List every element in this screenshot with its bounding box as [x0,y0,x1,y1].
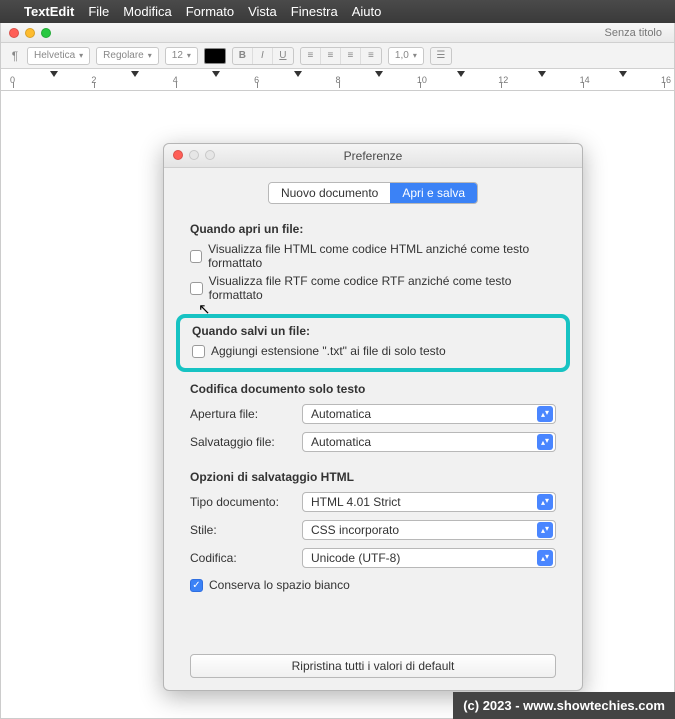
tab-open-save[interactable]: Apri e salva [390,183,477,203]
label-encoding: Codifica: [190,551,294,565]
label-saving-files: Salvataggio file: [190,435,294,449]
menu-help[interactable]: Aiuto [352,4,382,19]
label-display-html: Visualizza file HTML come codice HTML an… [208,242,556,270]
label-add-txt-extension: Aggiungi estensione ".txt" ai file di so… [211,344,446,358]
menu-edit[interactable]: Modifica [123,4,171,19]
list-segment[interactable]: ☰ [430,47,452,65]
select-saving-encoding[interactable]: Automatica [302,432,556,452]
zoom-button[interactable] [41,28,51,38]
chevron-updown-icon [537,434,553,450]
font-size-select[interactable]: 12 [165,47,198,65]
label-doctype: Tipo documento: [190,495,294,509]
bold-icon[interactable]: B [233,48,253,64]
list-icon[interactable]: ☰ [431,48,451,64]
highlight-save-section: Quando salvi un file: Aggiungi estension… [176,314,570,372]
prefs-titlebar: Preferenze [164,144,582,168]
font-style-select[interactable]: Regolare [96,47,159,65]
chevron-updown-icon [537,406,553,422]
italic-icon[interactable]: I [253,48,273,64]
format-toolbar: ¶ Helvetica Regolare 12 BIU ≡≡≡≡ 1,0 ☰ [1,43,674,69]
tab-new-document[interactable]: Nuovo documento [269,183,390,203]
select-encoding[interactable]: Unicode (UTF-8) [302,548,556,568]
font-family-select[interactable]: Helvetica [27,47,90,65]
line-spacing-select[interactable]: 1,0 [388,47,424,65]
doc-title: Senza titolo [605,27,662,39]
menu-file[interactable]: File [88,4,109,19]
text-style-segment[interactable]: BIU [232,47,294,65]
select-doctype[interactable]: HTML 4.01 Strict [302,492,556,512]
prefs-close-button[interactable] [173,150,183,160]
menu-format[interactable]: Formato [186,4,234,19]
underline-icon[interactable]: U [273,48,293,64]
checkbox-preserve-whitespace[interactable] [190,579,203,592]
prefs-minimize-button [189,150,199,160]
close-button[interactable] [9,28,19,38]
minimize-button[interactable] [25,28,35,38]
select-style[interactable]: CSS incorporato [302,520,556,540]
prefs-title: Preferenze [344,149,403,163]
label-preserve-whitespace: Conserva lo spazio bianco [209,578,350,592]
heading-open-file: Quando apri un file: [190,222,556,236]
app-menu[interactable]: TextEdit [24,4,74,19]
align-justify-icon[interactable]: ≡ [361,48,381,64]
label-style: Stile: [190,523,294,537]
chevron-updown-icon [537,522,553,538]
checkbox-display-rtf[interactable] [190,282,203,295]
doc-titlebar: Senza titolo [1,23,674,43]
menu-view[interactable]: Vista [248,4,277,19]
align-right-icon[interactable]: ≡ [341,48,361,64]
system-menubar: TextEdit File Modifica Formato Vista Fin… [0,0,675,23]
heading-html-options: Opzioni di salvataggio HTML [190,470,556,484]
checkbox-display-html[interactable] [190,250,202,263]
prefs-tabbar: Nuovo documento Apri e salva [164,168,582,214]
paragraph-direction-icon[interactable]: ¶ [9,49,21,63]
heading-save-file: Quando salvi un file: [192,324,554,338]
prefs-zoom-button [205,150,215,160]
menu-window[interactable]: Finestra [291,4,338,19]
text-color-well[interactable] [204,48,226,64]
align-left-icon[interactable]: ≡ [301,48,321,64]
restore-defaults-button[interactable]: Ripristina tutti i valori di default [190,654,556,678]
alignment-segment[interactable]: ≡≡≡≡ [300,47,382,65]
label-opening-files: Apertura file: [190,407,294,421]
label-display-rtf: Visualizza file RTF come codice RTF anzi… [209,274,556,302]
heading-plaintext-encoding: Codifica documento solo testo [190,382,556,396]
chevron-updown-icon [537,494,553,510]
chevron-updown-icon [537,550,553,566]
checkbox-add-txt-extension[interactable] [192,345,205,358]
select-opening-encoding[interactable]: Automatica [302,404,556,424]
preferences-window: Preferenze Nuovo documento Apri e salva … [163,143,583,691]
ruler[interactable]: 0246810121416 [1,69,674,91]
align-center-icon[interactable]: ≡ [321,48,341,64]
watermark: (c) 2023 - www.showtechies.com [453,692,675,719]
